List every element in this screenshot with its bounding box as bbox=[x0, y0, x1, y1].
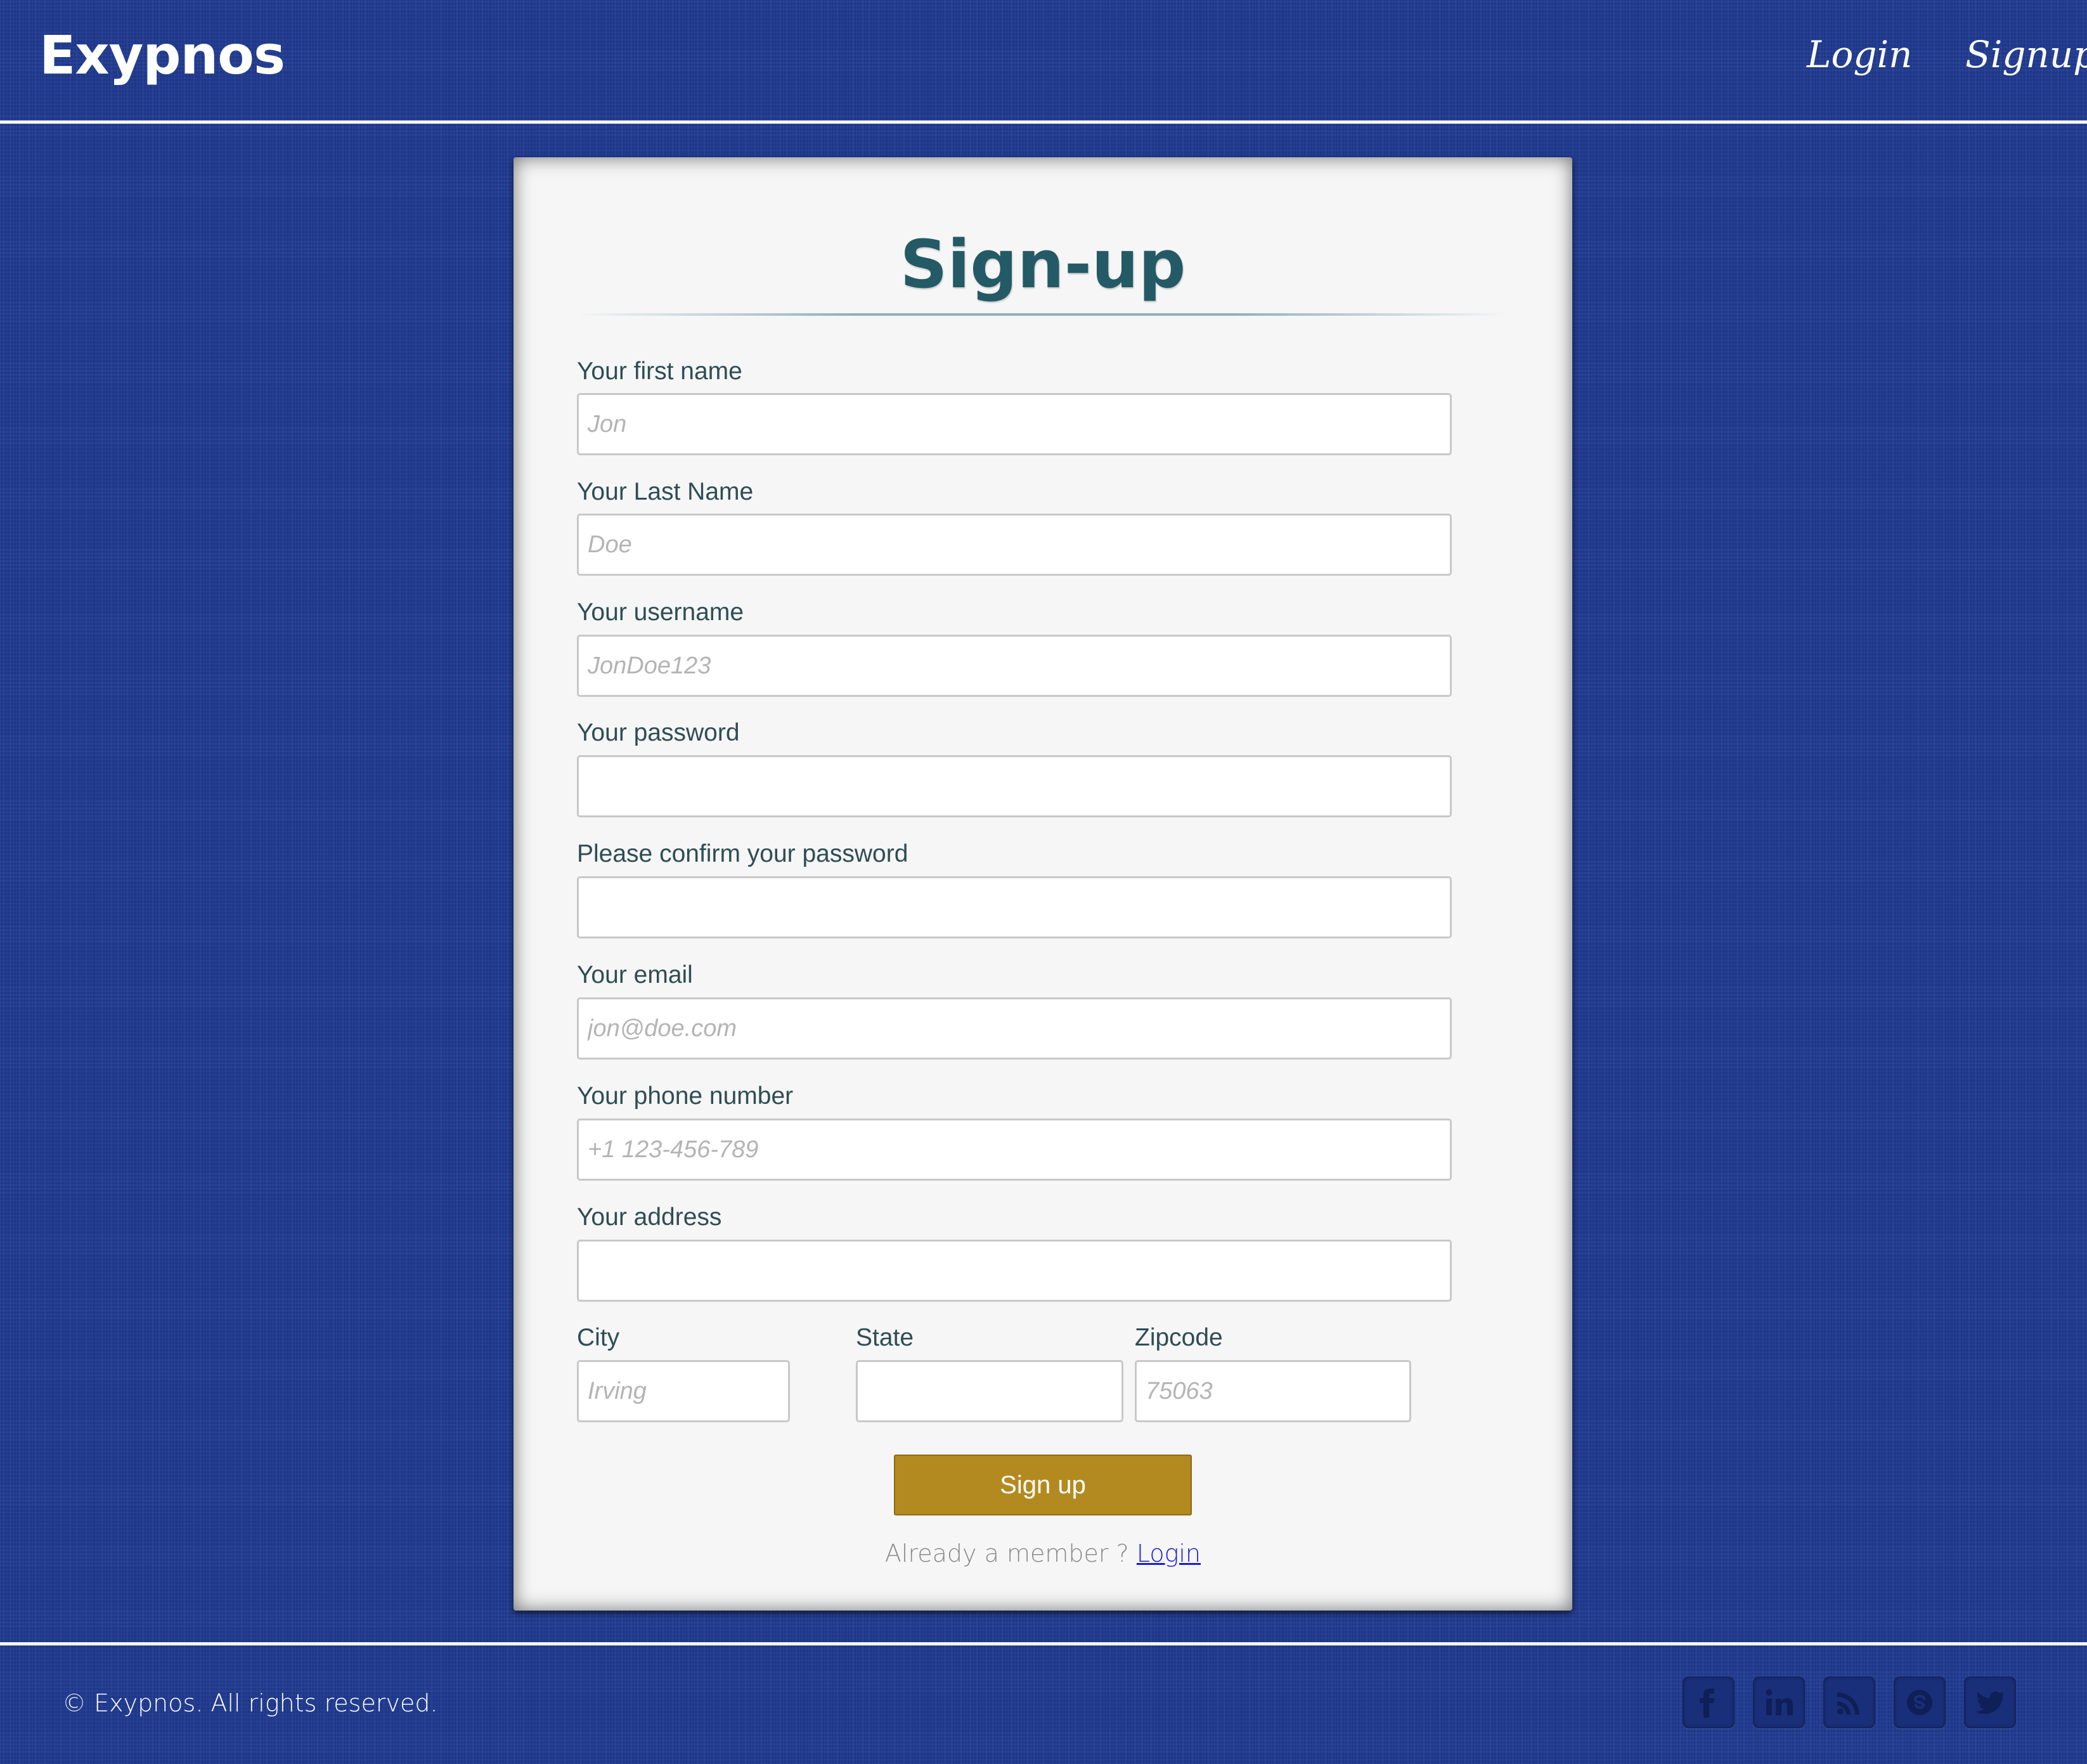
first-name-label: Your first name bbox=[577, 358, 742, 385]
title-divider bbox=[577, 313, 1509, 316]
header-divider bbox=[0, 120, 2087, 124]
facebook-icon[interactable] bbox=[1683, 1676, 1735, 1728]
address-label: Your address bbox=[577, 1203, 722, 1231]
state-label: State bbox=[856, 1324, 914, 1351]
member-text: Already a member ? bbox=[884, 1540, 1129, 1567]
first-name-input[interactable] bbox=[577, 393, 1452, 455]
state-input[interactable] bbox=[856, 1360, 1123, 1422]
nav-login-link[interactable]: Login bbox=[1807, 33, 1912, 76]
city-label: City bbox=[577, 1324, 620, 1351]
twitter-icon[interactable] bbox=[1964, 1676, 2016, 1728]
login-link[interactable]: Login bbox=[1137, 1540, 1201, 1567]
signup-button[interactable]: Sign up bbox=[894, 1455, 1192, 1515]
username-input[interactable] bbox=[577, 635, 1452, 697]
copyright-text: © Exypnos. All rights reserved. bbox=[62, 1689, 438, 1717]
page-title: Sign-up bbox=[900, 226, 1186, 303]
last-name-label: Your Last Name bbox=[577, 478, 754, 505]
confirm-password-label: Please confirm your password bbox=[577, 840, 908, 867]
password-input[interactable] bbox=[577, 755, 1452, 817]
signup-card: Sign-up Your first name Your Last Name Y… bbox=[514, 157, 1572, 1611]
password-label: Your password bbox=[577, 719, 740, 746]
rss-icon[interactable] bbox=[1823, 1676, 1875, 1728]
linkedin-icon[interactable] bbox=[1753, 1676, 1805, 1728]
phone-label: Your phone number bbox=[577, 1082, 794, 1110]
phone-input[interactable] bbox=[577, 1119, 1452, 1181]
nav-signup-link[interactable]: Signup bbox=[1965, 33, 2087, 76]
confirm-password-input[interactable] bbox=[577, 876, 1452, 938]
last-name-input[interactable] bbox=[577, 514, 1452, 576]
username-label: Your username bbox=[577, 599, 744, 626]
email-label: Your email bbox=[577, 961, 693, 989]
email-input[interactable] bbox=[577, 997, 1452, 1060]
zipcode-input[interactable] bbox=[1135, 1360, 1411, 1422]
skype-icon[interactable] bbox=[1894, 1676, 1946, 1728]
header: Exypnos Login Signup bbox=[0, 0, 2087, 120]
member-prompt: Already a member ? Login bbox=[514, 1540, 1572, 1567]
address-input[interactable] bbox=[577, 1240, 1452, 1302]
city-input[interactable] bbox=[577, 1360, 790, 1422]
zipcode-label: Zipcode bbox=[1135, 1324, 1223, 1351]
brand-logo[interactable]: Exypnos bbox=[39, 24, 285, 86]
footer-divider bbox=[0, 1642, 2087, 1645]
